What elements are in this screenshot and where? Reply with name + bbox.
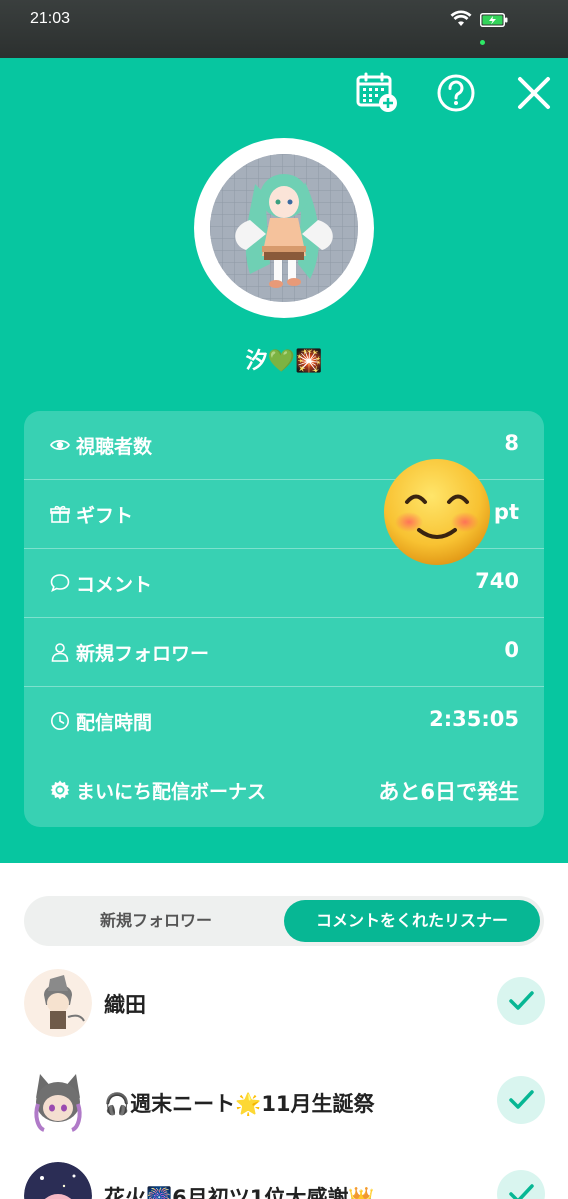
tab-new-followers[interactable]: 新規フォロワー [28,900,284,942]
schedule-calendar-icon[interactable] [355,71,399,115]
streamer-name-text: 汐 [245,349,268,374]
stat-label: 視聴者数 [76,436,153,458]
stat-label: 配信時間 [76,712,153,734]
listener-tabs: 新規フォロワー コメントをくれたリスナー [24,896,544,946]
headphones-emoji: 🎧 [104,1092,131,1116]
sun-badge-icon [50,780,70,800]
sparkler-emoji: 🎇 [295,349,323,374]
stat-label: まいにち配信ボーナス [76,781,267,803]
list-item[interactable]: 花火🎆6月初ツ1位大感謝👑 [0,1162,568,1199]
list-item[interactable]: 織田 [0,969,568,1065]
battery-icon [480,12,508,27]
tab-commenters[interactable]: コメントをくれたリスナー [284,900,540,942]
stat-label: 新規フォロワー [76,643,210,665]
avatar [24,1068,92,1136]
streamer-avatar [194,138,374,318]
avatar [24,1162,92,1199]
close-icon[interactable] [514,73,554,113]
stat-row-daily-bonus: まいにち配信ボーナス あと6日で発生 [24,756,544,825]
wifi-icon [450,10,472,28]
check-icon[interactable] [497,1076,545,1124]
stat-value: 2:35:05 [429,707,519,731]
check-icon[interactable] [497,1170,545,1199]
stat-row-stream-time: 配信時間 2:35:05 [24,687,544,756]
gift-icon [50,504,70,524]
listener-name: 織田 [104,993,146,1017]
stat-value: 0 [504,638,519,662]
eye-icon [49,435,71,455]
recording-dot [480,40,485,45]
person-icon [50,642,70,662]
status-bar: 21:03 [0,0,568,58]
streamer-name: 汐💚🎇 [0,343,568,375]
stream-summary-panel: 汐💚🎇 視聴者数 8 ギフト pt コメント 740 新規フォロワー 0 配信時… [0,58,568,863]
stat-value: 8 [504,431,519,455]
listener-name: 🎧週末ニート🌟11月生誕祭 [104,1088,375,1118]
star-emoji: 🌟 [235,1092,262,1116]
stat-label: ギフト [76,505,134,527]
smiling-face-emoji-sticker [383,458,491,566]
clock-icon [50,711,70,731]
listener-name-rest: 11月生誕祭 [261,1092,375,1116]
stat-row-new-followers: 新規フォロワー 0 [24,618,544,687]
status-time: 21:03 [30,10,71,27]
stat-value: あと6日で発生 [378,780,519,804]
list-item[interactable]: 🎧週末ニート🌟11月生誕祭 [0,1068,568,1164]
avatar-image [210,154,358,302]
check-icon[interactable] [497,977,545,1025]
stat-value: 740 [475,569,519,593]
avatar [24,969,92,1037]
stat-label: コメント [76,574,153,596]
green-heart-emoji: 💚 [267,349,295,374]
stat-value: pt [493,500,519,524]
comment-icon [50,573,70,593]
help-icon[interactable] [434,71,478,115]
listener-name: 花火🎆6月初ツ1位大感謝👑 [104,1186,375,1199]
listener-name-text: 週末ニート [130,1092,236,1116]
